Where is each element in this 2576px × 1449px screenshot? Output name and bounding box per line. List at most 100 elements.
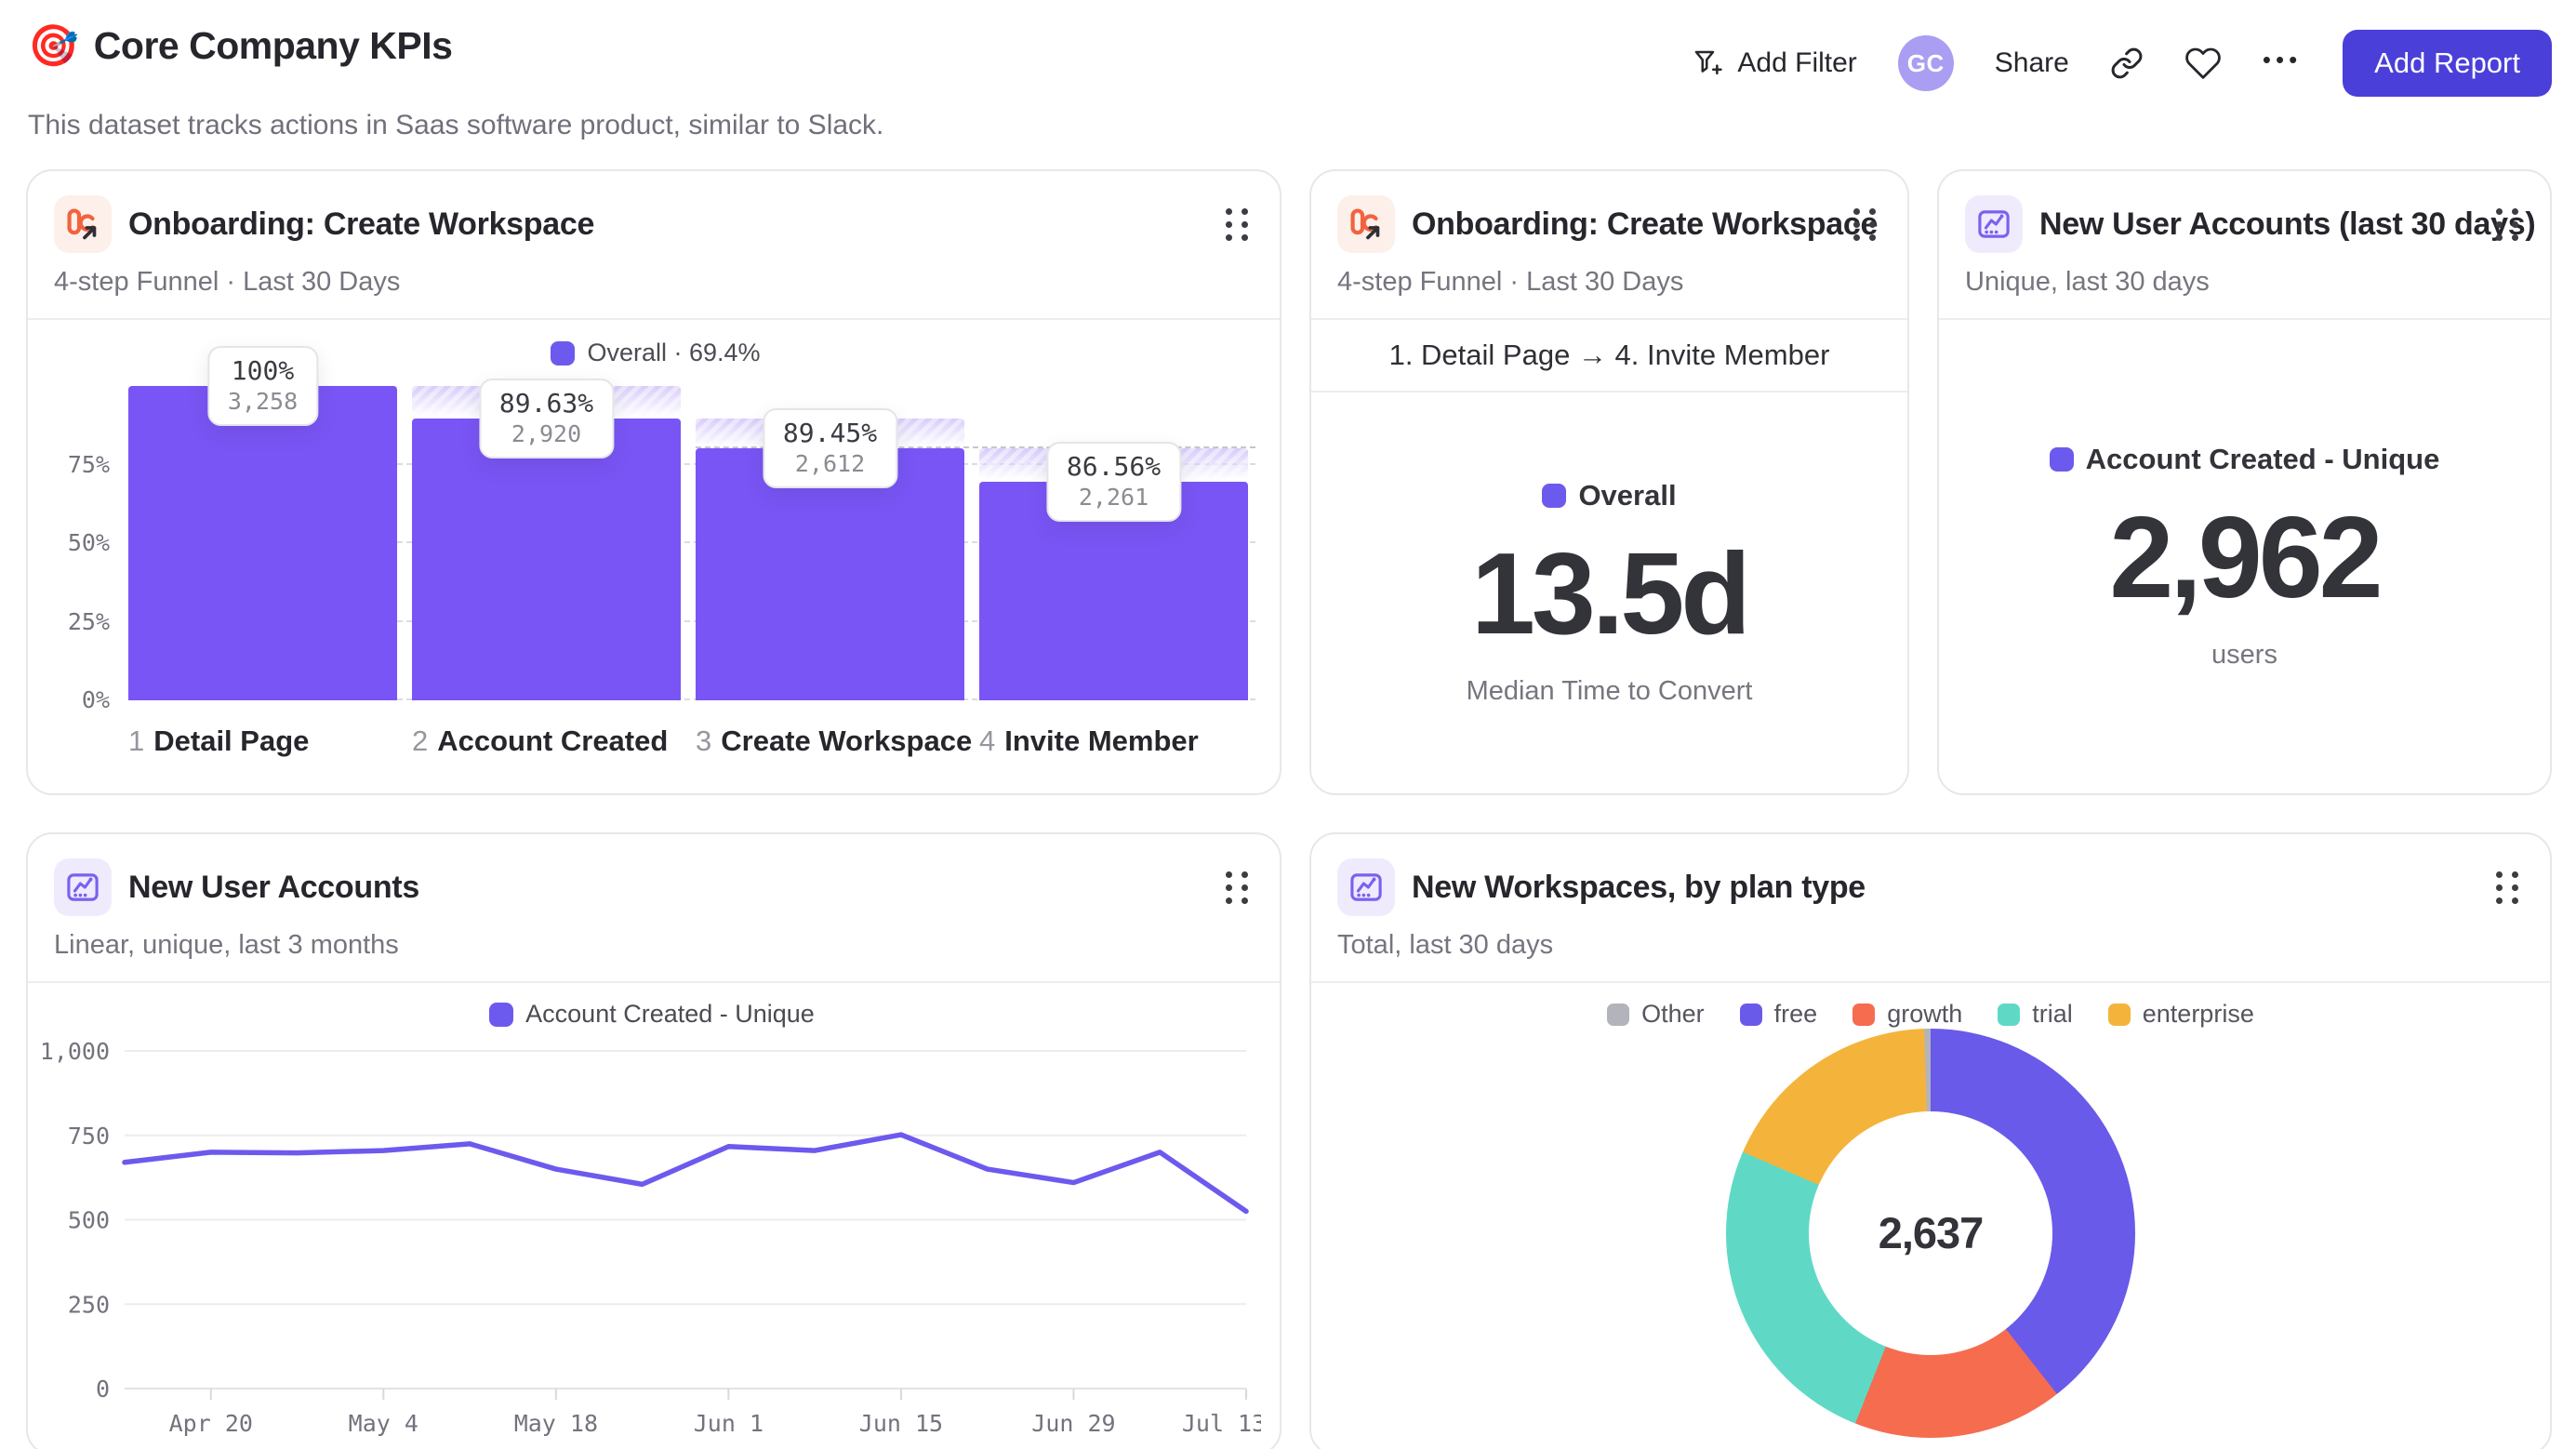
legend-item-other[interactable]: Other	[1607, 1000, 1705, 1029]
legend-label: Account Created - Unique	[525, 1000, 815, 1028]
funnel-time-card: Onboarding: Create Workspace 4-step Funn…	[1309, 169, 1909, 795]
legend-item-free[interactable]: free	[1739, 1000, 1818, 1029]
metric-legend[interactable]: Account Created - Unique	[2049, 443, 2440, 476]
legend-label: Overall · 69.4%	[587, 339, 761, 366]
new-users-line-card: New User Accounts Linear, unique, last 3…	[26, 832, 1281, 1449]
donut-total: 2,637	[1878, 1208, 1985, 1257]
legend-label: enterprise	[2142, 1000, 2254, 1028]
legend-swatch	[2049, 447, 2074, 472]
new-users-caption: users	[2211, 640, 2277, 670]
card-title: New User Accounts (last 30 days)	[2039, 206, 2536, 242]
card-subtitle: Total, last 30 days	[1337, 930, 1554, 960]
add-filter-button[interactable]: Add Filter	[1691, 47, 1857, 80]
donut-chart[interactable]: 2,637	[1726, 1028, 2135, 1438]
svg-text:Jun 29: Jun 29	[1031, 1410, 1115, 1437]
card-subtitle: 4-step Funnel · Last 30 Days	[54, 267, 401, 297]
dashboard-grid: Onboarding: Create Workspace 4-step Funn…	[26, 169, 2552, 1449]
svg-text:May 18: May 18	[514, 1410, 598, 1437]
svg-text:1,000: 1,000	[43, 1038, 110, 1065]
overall-legend[interactable]: Overall	[1542, 479, 1677, 512]
funnel-plot[interactable]: 0% 25% 50% 75% 100% 3,258 89.63% 2,920 89.45% 2,6…	[56, 346, 1255, 713]
card-title: Onboarding: Create Workspace	[128, 206, 595, 242]
legend-item-enterprise[interactable]: enterprise	[2107, 1000, 2254, 1029]
legend-label: Overall	[1578, 479, 1677, 512]
new-users-30d-card: New User Accounts (last 30 days) Unique,…	[1937, 169, 2552, 795]
link-icon	[2110, 47, 2144, 80]
card-title: New Workspaces, by plan type	[1412, 869, 1866, 905]
metric-report-icon	[54, 858, 112, 916]
filter-plus-icon	[1691, 47, 1724, 80]
card-subtitle: Linear, unique, last 3 months	[54, 930, 399, 960]
legend-item-growth[interactable]: growth	[1852, 1000, 1962, 1029]
funnel-report-icon	[54, 195, 112, 253]
legend-swatch	[2107, 1003, 2131, 1026]
legend-swatch	[1852, 1003, 1876, 1026]
legend-swatch	[1607, 1003, 1630, 1026]
card-title: New User Accounts	[128, 869, 419, 905]
median-time-caption: Median Time to Convert	[1466, 676, 1753, 706]
legend-swatch	[1542, 484, 1567, 508]
svg-text:750: 750	[68, 1123, 110, 1150]
legend-swatch	[1998, 1003, 2021, 1026]
funnel-tooltip: 89.45% 2,612	[762, 408, 898, 489]
dashboard-emoji-icon: 🎯	[28, 22, 79, 69]
funnel-tooltip: 89.63% 2,920	[478, 379, 615, 459]
legend-swatch	[551, 340, 576, 366]
funnel-step-label: 2 Account Created	[412, 724, 669, 757]
more-options-button[interactable]: •••	[2263, 46, 2302, 82]
svg-text:500: 500	[68, 1207, 110, 1234]
card-subtitle: Unique, last 30 days	[1965, 267, 2210, 297]
drag-handle-icon[interactable]	[1848, 195, 1881, 254]
legend-label: Account Created - Unique	[2085, 443, 2440, 475]
donut-center: 2,637	[1809, 1110, 2052, 1355]
add-report-button[interactable]: Add Report	[2343, 30, 2552, 97]
drag-handle-icon[interactable]	[2490, 858, 2524, 917]
card-title: Onboarding: Create Workspace	[1412, 206, 1879, 242]
copy-link-button[interactable]	[2110, 47, 2144, 80]
avatar[interactable]: GC	[1897, 35, 1954, 91]
legend-label: growth	[1887, 1000, 1963, 1028]
funnel-step-labels: 1 Detail Page 2 Account Created 3 Create Wo…	[56, 724, 1255, 773]
funnel-tooltip: 86.56% 2,261	[1045, 442, 1182, 523]
heart-icon	[2184, 45, 2222, 82]
add-filter-label: Add Filter	[1737, 47, 1857, 78]
line-legend[interactable]: Account Created - Unique	[43, 1000, 1261, 1029]
funnel-chart-card: Onboarding: Create Workspace 4-step Funn…	[26, 169, 1281, 795]
page-subtitle: This dataset tracks actions in Saas soft…	[28, 110, 884, 140]
funnel-step-label: 4 Invite Member	[979, 724, 1199, 757]
svg-text:May 4: May 4	[349, 1410, 418, 1437]
donut-legend: Other free growth trial enterprise	[1334, 1000, 2528, 1029]
svg-text:Jun 15: Jun 15	[859, 1410, 943, 1437]
legend-label: Other	[1641, 1000, 1705, 1028]
median-time-value: 13.5d	[1470, 530, 1751, 658]
funnel-step-label: 3 Create Workspace	[696, 724, 973, 757]
funnel-report-icon	[1337, 195, 1395, 253]
svg-text:250: 250	[68, 1291, 110, 1318]
legend-swatch	[1739, 1003, 1762, 1026]
metric-report-icon	[1337, 858, 1395, 916]
funnel-step-label: 1 Detail Page	[128, 724, 310, 757]
svg-text:Apr 20: Apr 20	[169, 1410, 253, 1437]
drag-handle-icon[interactable]	[2490, 195, 2524, 254]
svg-text:Jun 1: Jun 1	[694, 1410, 764, 1437]
legend-item-trial[interactable]: trial	[1998, 1000, 2073, 1029]
toolbar: Add Filter GC Share ••• Add Report	[1691, 24, 2552, 97]
page-title: Core Company KPIs	[93, 24, 453, 67]
legend-label: trial	[2032, 1000, 2073, 1028]
share-button[interactable]: Share	[1995, 47, 2069, 79]
metric-report-icon	[1965, 195, 2023, 253]
funnel-range: 1. Detail Page → 4. Invite Member	[1311, 320, 1907, 392]
drag-handle-icon[interactable]	[1220, 858, 1254, 917]
svg-text:0: 0	[96, 1376, 110, 1402]
legend-swatch	[489, 1002, 514, 1027]
card-subtitle: 4-step Funnel · Last 30 Days	[1337, 267, 1684, 297]
drag-handle-icon[interactable]	[1220, 195, 1254, 254]
workspaces-donut-card: New Workspaces, by plan type Total, last…	[1309, 832, 2552, 1449]
legend-label: free	[1773, 1000, 1818, 1028]
svg-text:Jul 13: Jul 13	[1182, 1410, 1261, 1437]
dashboard-header: 🎯 Core Company KPIs Add Filter GC Share	[0, 0, 2576, 141]
funnel-tooltip: 100% 3,258	[206, 346, 319, 426]
line-chart[interactable]: 0 250 500 750 1,000 Apr 20 May 4 May 18 Jun 1 Jun…	[43, 1038, 1261, 1444]
favorite-button[interactable]	[2184, 45, 2222, 82]
new-users-value: 2,962	[2109, 494, 2383, 622]
